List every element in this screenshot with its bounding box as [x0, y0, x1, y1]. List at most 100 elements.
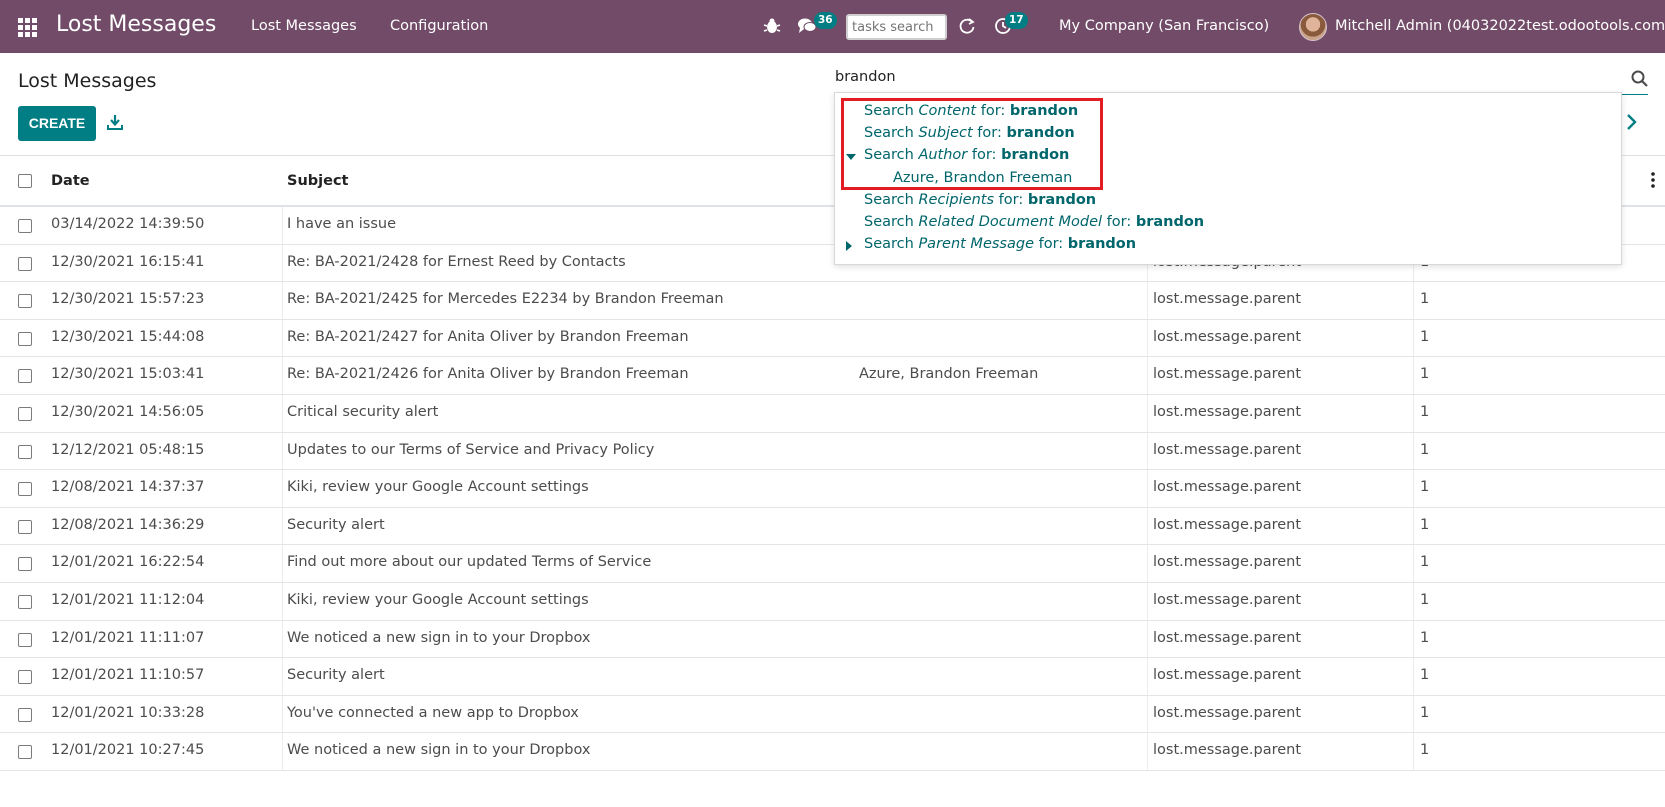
column-divider: [282, 695, 283, 733]
cell-date: 12/01/2021 11:11:07: [51, 629, 205, 646]
cell-date: 12/01/2021 11:10:57: [51, 667, 205, 684]
pager-next-icon[interactable]: [1625, 113, 1637, 131]
cell-subject: Security alert: [287, 516, 385, 533]
tasks-search-input[interactable]: [846, 14, 947, 40]
search-option-recipients[interactable]: Search Recipients for: brandon: [864, 192, 1096, 208]
bug-icon[interactable]: [763, 17, 781, 35]
cell-model: lost.message.parent: [1153, 366, 1302, 383]
user-avatar[interactable]: [1299, 13, 1327, 41]
row-checkbox[interactable]: [18, 294, 32, 309]
row-checkbox[interactable]: [18, 444, 32, 459]
cell-model: lost.message.parent: [1153, 291, 1302, 308]
table-row[interactable]: 12/01/2021 10:33:28 You've connected a ne…: [0, 695, 1665, 734]
row-checkbox[interactable]: [18, 331, 32, 346]
cell-count: 1: [1420, 328, 1430, 345]
table-row[interactable]: 12/01/2021 11:12:04 Kiki, review your Goo…: [0, 583, 1665, 621]
create-button[interactable]: CREATE: [18, 106, 96, 141]
column-divider: [1147, 282, 1148, 319]
cell-count: 1: [1420, 516, 1430, 533]
company-switcher[interactable]: My Company (San Francisco): [1059, 18, 1269, 34]
table-row[interactable]: 12/01/2021 11:11:07 We noticed a new sign…: [0, 620, 1665, 659]
table-row[interactable]: 12/12/2021 05:48:15 Updates to our Terms …: [0, 432, 1665, 471]
app-title[interactable]: Lost Messages: [56, 12, 216, 37]
cell-count: 1: [1420, 404, 1430, 420]
table-row[interactable]: 12/08/2021 14:36:29 Security alert lost.me…: [0, 507, 1665, 546]
select-all-checkbox[interactable]: [18, 174, 32, 188]
user-menu[interactable]: Mitchell Admin (04032022test.odootools.c…: [1335, 18, 1665, 34]
cell-subject: You've connected a new app to Dropbox: [287, 704, 579, 721]
cell-date: 12/12/2021 05:48:15: [51, 441, 205, 458]
cell-date: 12/30/2021 16:15:41: [51, 253, 205, 270]
cell-subject: Critical security alert: [287, 404, 439, 420]
column-divider: [1147, 507, 1148, 545]
menu-configuration[interactable]: Configuration: [390, 18, 488, 34]
search-option-related-model[interactable]: Search Related Document Model for: brand…: [864, 214, 1204, 230]
row-checkbox[interactable]: [18, 745, 32, 760]
row-checkbox[interactable]: [18, 219, 32, 233]
column-divider: [282, 583, 283, 620]
cell-model: lost.message.parent: [1153, 516, 1302, 533]
row-checkbox[interactable]: [18, 407, 32, 421]
row-checkbox[interactable]: [18, 482, 32, 497]
table-row[interactable]: 12/30/2021 14:56:05 Critical security ale…: [0, 395, 1665, 433]
table-row[interactable]: 12/01/2021 16:22:54 Find out more about o…: [0, 545, 1665, 583]
column-divider: [1413, 357, 1414, 394]
column-divider: [1413, 695, 1414, 733]
menu-lost-messages[interactable]: Lost Messages: [251, 18, 357, 34]
cell-subject: Re: BA-2021/2428 for Ernest Reed by Cont…: [287, 253, 626, 270]
cell-subject: Security alert: [287, 667, 385, 684]
row-checkbox[interactable]: [18, 369, 32, 384]
column-divider: [1147, 470, 1148, 507]
table-row[interactable]: 12/01/2021 11:10:57 Security alert lost.me…: [0, 658, 1665, 696]
cell-model: lost.message.parent: [1153, 479, 1302, 496]
search-input[interactable]: brandon: [835, 69, 896, 85]
apps-menu-icon[interactable]: [18, 18, 38, 37]
column-divider: [1147, 733, 1148, 770]
page-title: Lost Messages: [18, 70, 157, 92]
column-header-date[interactable]: Date: [51, 173, 90, 189]
column-divider: [1413, 658, 1414, 695]
cell-date: 12/01/2021 11:12:04: [51, 592, 205, 608]
row-checkbox[interactable]: [18, 632, 32, 647]
cell-count: 1: [1420, 291, 1430, 308]
annotation-highlight-box: [841, 98, 1103, 190]
row-checkbox[interactable]: [18, 557, 32, 572]
column-divider: [282, 395, 283, 432]
cell-date: 12/01/2021 10:33:28: [51, 704, 205, 721]
cell-subject: Kiki, review your Google Account setting…: [287, 592, 589, 608]
row-checkbox[interactable]: [18, 707, 32, 722]
cell-model: lost.message.parent: [1153, 592, 1302, 608]
table-row[interactable]: 12/01/2021 10:27:45 We noticed a new sign…: [0, 733, 1665, 771]
row-checkbox[interactable]: [18, 595, 32, 609]
cell-model: lost.message.parent: [1153, 742, 1302, 759]
table-row[interactable]: 12/30/2021 15:03:41 Re: BA-2021/2426 for …: [0, 357, 1665, 395]
table-row[interactable]: 12/30/2021 15:57:23 Re: BA-2021/2425 for …: [0, 282, 1665, 320]
cell-date: 12/30/2021 14:56:05: [51, 404, 205, 420]
row-checkbox[interactable]: [18, 519, 32, 534]
column-divider: [1413, 470, 1414, 507]
column-header-subject[interactable]: Subject: [287, 173, 348, 189]
column-divider: [1147, 319, 1148, 357]
column-divider: [1413, 282, 1414, 319]
optional-columns-icon[interactable]: [1651, 172, 1655, 188]
top-navbar: Lost Messages Lost Messages Configuratio…: [0, 0, 1665, 53]
cell-subject: Re: BA-2021/2425 for Mercedes E2234 by B…: [287, 291, 724, 308]
cell-count: 1: [1420, 554, 1430, 571]
cell-count: 1: [1420, 742, 1430, 759]
cell-subject: Re: BA-2021/2427 for Anita Oliver by Bra…: [287, 328, 689, 345]
column-divider: [1147, 583, 1148, 620]
search-bar[interactable]: [834, 66, 1648, 95]
row-checkbox[interactable]: [18, 256, 32, 271]
table-row[interactable]: 12/30/2021 15:44:08 Re: BA-2021/2427 for …: [0, 319, 1665, 358]
cell-date: 12/01/2021 16:22:54: [51, 554, 205, 571]
download-icon[interactable]: [107, 114, 123, 130]
caret-right-icon[interactable]: [846, 241, 852, 251]
column-divider: [282, 432, 283, 470]
column-divider: [1413, 319, 1414, 357]
refresh-icon[interactable]: [958, 17, 976, 35]
search-option-parent-message[interactable]: Search Parent Message for: brandon: [864, 236, 1136, 252]
row-checkbox[interactable]: [18, 670, 32, 685]
cell-date: 12/08/2021 14:37:37: [51, 479, 205, 496]
search-icon[interactable]: [1631, 70, 1648, 87]
table-row[interactable]: 12/08/2021 14:37:37 Kiki, review your Goo…: [0, 470, 1665, 508]
